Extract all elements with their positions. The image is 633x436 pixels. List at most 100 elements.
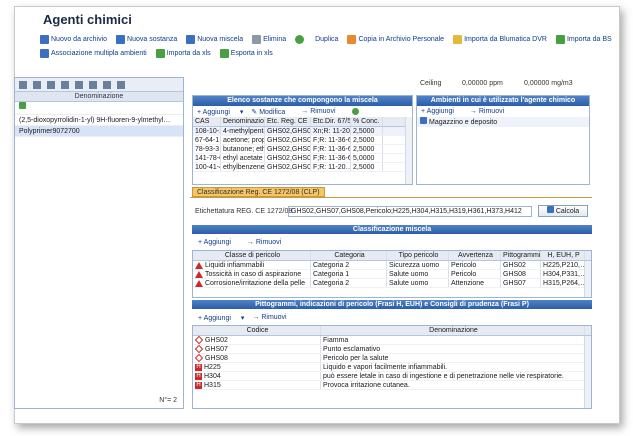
tab-divider (190, 197, 592, 198)
refresh-button[interactable] (295, 35, 306, 44)
add-pictogram-button[interactable]: + Aggiungi ▾ (198, 314, 244, 322)
table-cell: F;R: 11-36-66… (311, 136, 351, 144)
table-row[interactable]: Liquidi infiammabili Categoria 2 Sicurezza… (193, 261, 591, 270)
filter-row[interactable] (15, 102, 183, 115)
table-row[interactable]: GHS02 Fiamma (193, 336, 591, 345)
remove-substance-button[interactable]: → Rimuovi (301, 108, 343, 115)
grid-icon[interactable] (75, 80, 83, 89)
table-row[interactable]: H H315 Provoca irritazione cutanea. (193, 381, 591, 390)
table-cell: H H225 (193, 363, 321, 371)
column-icon[interactable] (47, 80, 55, 89)
table-cell: può essere letale in caso di ingestione … (321, 372, 585, 380)
cell-text: Pericolo (451, 271, 477, 278)
table-cell: ethylbenzene (223, 163, 265, 171)
classification-grid: Classe di pericolo Categoria Tipo pericolo… (192, 250, 592, 298)
scrollbar[interactable] (584, 261, 591, 297)
scrollbar[interactable] (584, 336, 591, 408)
table-cell: GHS02 (193, 336, 321, 344)
code-text: H225 (204, 364, 221, 371)
calcola-button[interactable]: Calcola (538, 205, 588, 217)
add-substance-button[interactable]: + Aggiungi ▾ (197, 108, 243, 116)
filter-icon[interactable] (33, 80, 41, 89)
print-icon[interactable] (117, 80, 125, 89)
ceiling-mg: 0,00000 mg/m3 (524, 80, 573, 87)
import-xls-button[interactable]: Importa da xls (155, 49, 211, 58)
table-cell: GHS02,GHS07,P… (267, 127, 311, 135)
table-cell: F;R: 11-20… (313, 163, 351, 171)
table-row[interactable]: 141-78-6ethyl acetateGHS02,GHS07,P…F;R: … (193, 154, 412, 163)
table-row[interactable]: Tossicità in caso di aspirazione Categori… (193, 270, 591, 279)
environment-item[interactable]: Magazzino e deposito (417, 117, 589, 127)
label-etichettatura: Etichettatura REG. CE 1272/08 (195, 208, 293, 215)
table-row[interactable]: 67-64-1acetone; prop…GHS02,GHS07,P…F;R: … (193, 136, 412, 145)
etichettatura-field[interactable]: GHS02,GHS07,GHS08,Pericolo;H225,H304,H31… (288, 206, 532, 217)
import-blumatica-button[interactable]: Importa da Blumatica DVR (453, 35, 547, 44)
list-header[interactable]: Denominazione (15, 92, 183, 102)
scrollbar[interactable] (405, 117, 412, 184)
remove-classification-button[interactable]: → Rimuovi (247, 239, 289, 246)
cell-text: Salute uomo (389, 271, 429, 278)
table-cell: 67-64-1 (195, 136, 221, 144)
binoculars-icon[interactable] (19, 80, 27, 89)
pictograms-actions: + Aggiungi ▾ → Rimuovi (194, 312, 303, 323)
table-cell: F;R: 11-36-66… (311, 145, 351, 153)
list-item[interactable]: (2,5-dioxopyrrolidin-1-yl) 9H-fluoren-9-… (15, 115, 183, 126)
substance-icon (116, 35, 126, 44)
refresh-icon (295, 35, 305, 44)
xls-import-icon (155, 49, 165, 58)
toolbar-primary: Nuovo da archivio Nuova sostanza Nuova m… (40, 35, 621, 44)
code-text: H315 (204, 382, 221, 389)
tab-clp[interactable]: Classificazione Reg. CE 1272/08 (CLP) (192, 187, 325, 197)
table-cell: Categoria 2 (311, 279, 387, 287)
table-row[interactable]: 78-93-3butanone; eth…GHS02,GHS07,P…F;R: … (193, 145, 412, 154)
table-cell: Pericolo (449, 270, 501, 278)
duplicate-button[interactable]: Duplica (315, 36, 338, 43)
table-row[interactable]: Corrosione/irritazione della pelle Catego… (193, 279, 591, 288)
cell-text: GHS02 (503, 262, 526, 269)
refresh-icon[interactable] (351, 108, 359, 115)
classification-title: Classificazione miscela (192, 225, 592, 234)
cell-text: Categoria 2 (313, 262, 350, 269)
add-environment-button[interactable]: + Aggiungi (421, 108, 462, 115)
table-cell: Liquidi infiammabili (193, 261, 311, 269)
export-xls-button[interactable]: Esporta in xls (219, 49, 273, 58)
table-cell: GHS02,GHS07,P… (267, 163, 311, 171)
hazard-statement-icon: H (195, 363, 202, 371)
code-text: GHS07 (205, 346, 228, 353)
table-row[interactable]: H H304 può essere letale in caso di ingest… (193, 372, 591, 381)
list-item[interactable]: Polyprimer9072700 (15, 126, 183, 137)
edit-substance-button[interactable]: ✎ Modifica (251, 108, 293, 116)
substances-header: CASDenominazioneEtc. Reg. CE 1…Etc.Dir. … (193, 117, 412, 127)
cell-text: Liquidi infiammabili (205, 262, 265, 269)
copy-to-archive-button[interactable]: Copia in Archivio Personale (347, 35, 444, 44)
table-cell: 78-93-3 (195, 145, 221, 153)
add-classification-button[interactable]: + Aggiungi (198, 239, 239, 246)
table-cell: H225,P210,… (541, 261, 585, 269)
table-row[interactable]: GHS08 Pericolo per la salute (193, 354, 591, 363)
multi-association-button[interactable]: Associazione multipla ambienti (40, 49, 147, 58)
table-row[interactable]: 100-41-4ethylbenzeneGHS02,GHS07,P…F;R: 1… (193, 163, 412, 172)
new-from-archive-button[interactable]: Nuovo da archivio (40, 35, 107, 44)
ghs-pictogram-icon (194, 345, 204, 353)
group-icon[interactable] (61, 80, 69, 89)
table-cell: H315,P264,… (541, 279, 585, 287)
table-cell: ethyl acetate (221, 154, 265, 162)
ceiling-ppm: 0,00000 ppm (462, 80, 503, 87)
new-mixture-button[interactable]: Nuova miscela (186, 35, 243, 44)
cell-text: Corrosione/irritazione della pelle (205, 280, 305, 287)
table-row[interactable]: 108-10-14-methylpenta…GHS02,GHS07,P…Xn;R… (193, 127, 412, 136)
link-icon (40, 49, 49, 58)
table-row[interactable]: H H225 Liquido e vapori facilmente infiamm… (193, 363, 591, 372)
remove-environment-button[interactable]: → Rimuovi (470, 108, 512, 115)
new-substance-button[interactable]: Nuova sostanza (116, 35, 177, 44)
delete-button[interactable]: Elimina (252, 35, 286, 44)
calculator-icon (546, 206, 554, 213)
export-icon[interactable] (103, 80, 111, 89)
table-cell: H H315 (193, 381, 321, 389)
expand-icon[interactable] (89, 80, 97, 89)
remove-pictogram-button[interactable]: → Rimuovi (252, 314, 294, 321)
import-bs-button[interactable]: Importa da BS (555, 35, 612, 44)
substances-panel: Elenco sostanze che compongono la miscel… (192, 95, 413, 185)
pictograms-title: Pittogrammi, indicazioni di pericolo (Fr… (192, 300, 592, 309)
table-row[interactable]: GHS07 Punto esclamativo (193, 345, 591, 354)
